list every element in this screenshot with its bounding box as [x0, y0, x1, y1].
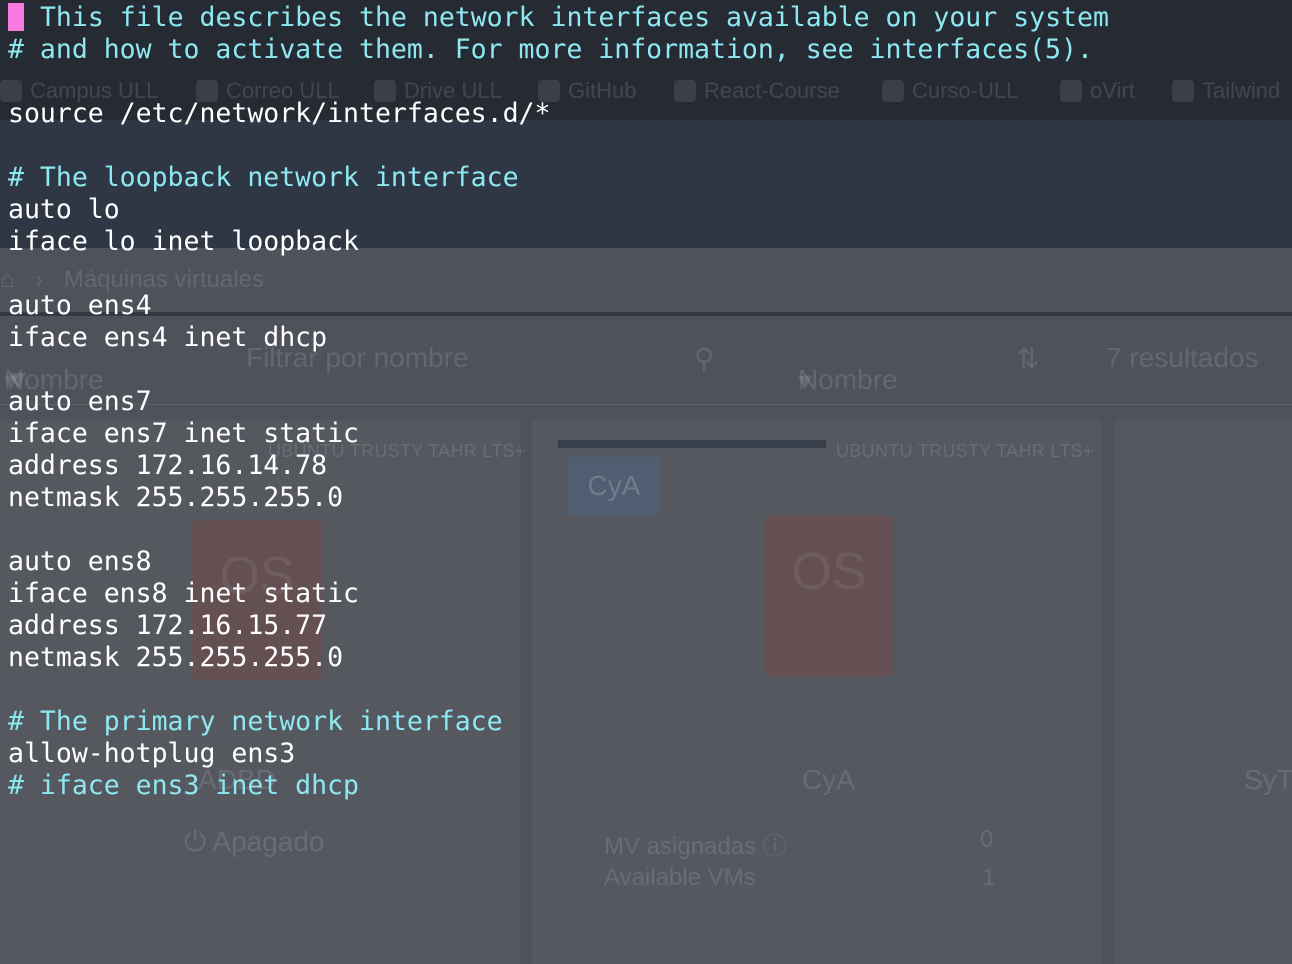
power-icon: ⏻ [184, 826, 207, 857]
file-line-blank [8, 66, 1109, 98]
file-line: auto ens7 [8, 386, 152, 417]
file-line: auto lo [8, 194, 120, 225]
vm-name: SyT [1244, 764, 1292, 795]
file-line: iface ens4 inet dhcp [8, 322, 328, 353]
file-line-blank [8, 514, 1109, 546]
file-line: netmask 255.255.255.0 [8, 642, 344, 673]
text-cursor [8, 3, 24, 31]
file-line: address 172.16.14.78 [8, 450, 328, 481]
file-line: # iface ens3 inet dhcp [8, 770, 359, 801]
bookmark-icon [1172, 80, 1194, 102]
file-line: allow-hotplug ens3 [8, 738, 296, 769]
file-line: auto ens8 [8, 546, 152, 577]
stat-assigned-value: 0 [980, 826, 994, 853]
file-line: auto ens4 [8, 290, 152, 321]
file-line: # The primary network interface [8, 706, 503, 737]
file-line-blank [8, 354, 1109, 386]
file-line: iface ens8 inet static [8, 578, 359, 609]
bookmark-tailwind: Tailwind [1172, 78, 1280, 104]
info-icon: ⓘ [762, 833, 787, 860]
stat-assigned-label: MV asignadas ⓘ [604, 833, 787, 860]
vm-card-syt [1114, 420, 1292, 964]
file-line: # The loopback network interface [8, 162, 519, 193]
file-line-blank [8, 258, 1109, 290]
terminal-editor[interactable]: This file describes the network interfac… [8, 2, 1109, 802]
stat-available-value: 1 [982, 864, 996, 891]
file-line: netmask 255.255.255.0 [8, 482, 344, 513]
file-line: source /etc/network/interfaces.d/* [8, 98, 551, 129]
file-line-blank [8, 674, 1109, 706]
file-line: # and how to activate them. For more inf… [8, 34, 1093, 65]
file-line-blank [8, 130, 1109, 162]
file-line: This file describes the network interfac… [8, 2, 1109, 34]
results-count: 7 resultados [1106, 342, 1259, 373]
file-line: address 172.16.15.77 [8, 610, 328, 641]
stat-available-label: Available VMs [604, 864, 756, 891]
vm-status: ⏻ Apagado [184, 826, 325, 857]
file-line: iface ens7 inet static [8, 418, 359, 449]
file-line: iface lo inet loopback [8, 226, 359, 257]
